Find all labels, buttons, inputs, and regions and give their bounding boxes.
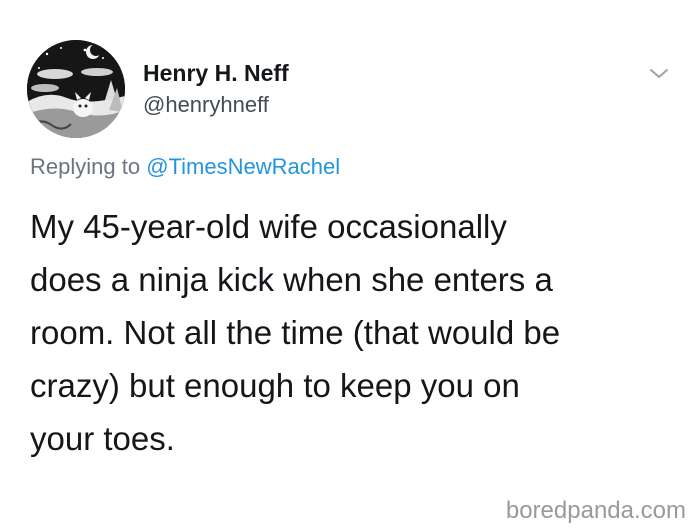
tweet-line: your toes.: [30, 420, 175, 457]
tweet-line: My 45-year-old wife occasionally: [30, 208, 507, 245]
display-name[interactable]: Henry H. Neff: [143, 60, 289, 87]
avatar[interactable]: [27, 40, 125, 138]
tweet-line: room. Not all the time (that would be: [30, 314, 561, 351]
reply-mention-link[interactable]: @TimesNewRachel: [146, 154, 340, 179]
avatar-illustration-icon: [27, 40, 125, 138]
user-handle[interactable]: @henryhneff: [143, 92, 269, 118]
tweet-text: My 45-year-old wife occasionally does a …: [30, 200, 670, 465]
tweet-line: crazy) but enough to keep you on: [30, 367, 520, 404]
chevron-down-icon: [650, 69, 668, 78]
reply-prefix: Replying to: [30, 154, 147, 179]
watermark: boredpanda.com: [505, 497, 686, 524]
reply-context: Replying to @TimesNewRachel: [30, 154, 340, 180]
tweet-menu-button[interactable]: [645, 62, 673, 84]
tweet-line: does a ninja kick when she enters a: [30, 261, 553, 298]
tweet-card: Henry H. Neff @henryhneff Replying to @T…: [0, 0, 700, 531]
